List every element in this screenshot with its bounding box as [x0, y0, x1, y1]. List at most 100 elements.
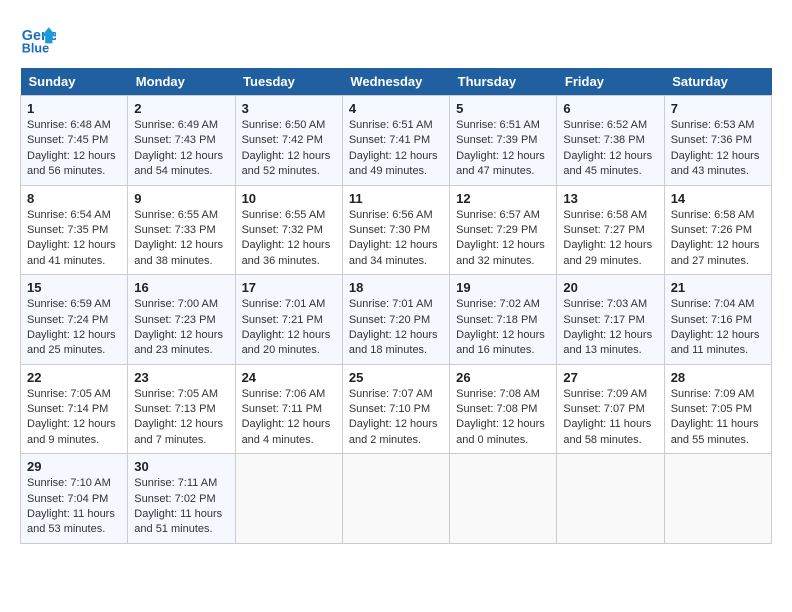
calendar-cell: 2 Sunrise: 6:49 AM Sunset: 7:43 PM Dayli…: [128, 96, 235, 186]
calendar-cell: 17 Sunrise: 7:01 AM Sunset: 7:21 PM Dayl…: [235, 275, 342, 365]
calendar-cell: 6 Sunrise: 6:52 AM Sunset: 7:38 PM Dayli…: [557, 96, 664, 186]
calendar-week-3: 15 Sunrise: 6:59 AM Sunset: 7:24 PM Dayl…: [21, 275, 772, 365]
calendar-cell: 26 Sunrise: 7:08 AM Sunset: 7:08 PM Dayl…: [450, 364, 557, 454]
day-number: 1: [27, 101, 121, 116]
day-number: 16: [134, 280, 228, 295]
day-number: 7: [671, 101, 765, 116]
day-info: Sunrise: 6:48 AM Sunset: 7:45 PM Dayligh…: [27, 118, 121, 180]
calendar-cell: 4 Sunrise: 6:51 AM Sunset: 7:41 PM Dayli…: [342, 96, 449, 186]
day-info: Sunrise: 6:58 AM Sunset: 7:27 PM Dayligh…: [563, 208, 657, 270]
day-number: 11: [349, 191, 443, 206]
calendar-cell: 18 Sunrise: 7:01 AM Sunset: 7:20 PM Dayl…: [342, 275, 449, 365]
day-info: Sunrise: 6:50 AM Sunset: 7:42 PM Dayligh…: [242, 118, 336, 180]
calendar-cell: 11 Sunrise: 6:56 AM Sunset: 7:30 PM Dayl…: [342, 185, 449, 275]
weekday-header-saturday: Saturday: [664, 68, 771, 96]
calendar-cell: 12 Sunrise: 6:57 AM Sunset: 7:29 PM Dayl…: [450, 185, 557, 275]
calendar-week-1: 1 Sunrise: 6:48 AM Sunset: 7:45 PM Dayli…: [21, 96, 772, 186]
weekday-header-monday: Monday: [128, 68, 235, 96]
logo: General Blue: [20, 20, 62, 56]
calendar-cell: [235, 454, 342, 544]
day-info: Sunrise: 6:59 AM Sunset: 7:24 PM Dayligh…: [27, 297, 121, 359]
day-info: Sunrise: 6:58 AM Sunset: 7:26 PM Dayligh…: [671, 208, 765, 270]
calendar-cell: 1 Sunrise: 6:48 AM Sunset: 7:45 PM Dayli…: [21, 96, 128, 186]
day-info: Sunrise: 6:51 AM Sunset: 7:41 PM Dayligh…: [349, 118, 443, 180]
calendar-cell: 30 Sunrise: 7:11 AM Sunset: 7:02 PM Dayl…: [128, 454, 235, 544]
day-number: 24: [242, 370, 336, 385]
calendar-cell: 10 Sunrise: 6:55 AM Sunset: 7:32 PM Dayl…: [235, 185, 342, 275]
day-number: 5: [456, 101, 550, 116]
day-number: 19: [456, 280, 550, 295]
calendar-cell: 3 Sunrise: 6:50 AM Sunset: 7:42 PM Dayli…: [235, 96, 342, 186]
day-number: 20: [563, 280, 657, 295]
weekday-header-friday: Friday: [557, 68, 664, 96]
day-number: 8: [27, 191, 121, 206]
calendar-cell: 29 Sunrise: 7:10 AM Sunset: 7:04 PM Dayl…: [21, 454, 128, 544]
day-number: 15: [27, 280, 121, 295]
day-number: 14: [671, 191, 765, 206]
day-info: Sunrise: 7:05 AM Sunset: 7:14 PM Dayligh…: [27, 387, 121, 449]
calendar-cell: [664, 454, 771, 544]
calendar-cell: 25 Sunrise: 7:07 AM Sunset: 7:10 PM Dayl…: [342, 364, 449, 454]
calendar-cell: 19 Sunrise: 7:02 AM Sunset: 7:18 PM Dayl…: [450, 275, 557, 365]
calendar-cell: [342, 454, 449, 544]
calendar-cell: 21 Sunrise: 7:04 AM Sunset: 7:16 PM Dayl…: [664, 275, 771, 365]
day-info: Sunrise: 7:06 AM Sunset: 7:11 PM Dayligh…: [242, 387, 336, 449]
day-info: Sunrise: 7:03 AM Sunset: 7:17 PM Dayligh…: [563, 297, 657, 359]
day-info: Sunrise: 7:01 AM Sunset: 7:20 PM Dayligh…: [349, 297, 443, 359]
weekday-header-tuesday: Tuesday: [235, 68, 342, 96]
day-number: 30: [134, 459, 228, 474]
day-number: 4: [349, 101, 443, 116]
day-number: 29: [27, 459, 121, 474]
day-info: Sunrise: 7:07 AM Sunset: 7:10 PM Dayligh…: [349, 387, 443, 449]
calendar-cell: 27 Sunrise: 7:09 AM Sunset: 7:07 PM Dayl…: [557, 364, 664, 454]
logo-icon: General Blue: [20, 20, 56, 56]
day-info: Sunrise: 6:55 AM Sunset: 7:33 PM Dayligh…: [134, 208, 228, 270]
day-number: 17: [242, 280, 336, 295]
calendar-header: SundayMondayTuesdayWednesdayThursdayFrid…: [21, 68, 772, 96]
day-info: Sunrise: 7:04 AM Sunset: 7:16 PM Dayligh…: [671, 297, 765, 359]
day-number: 6: [563, 101, 657, 116]
day-info: Sunrise: 7:08 AM Sunset: 7:08 PM Dayligh…: [456, 387, 550, 449]
day-number: 23: [134, 370, 228, 385]
calendar-cell: 16 Sunrise: 7:00 AM Sunset: 7:23 PM Dayl…: [128, 275, 235, 365]
day-info: Sunrise: 6:55 AM Sunset: 7:32 PM Dayligh…: [242, 208, 336, 270]
day-info: Sunrise: 6:49 AM Sunset: 7:43 PM Dayligh…: [134, 118, 228, 180]
weekday-header-thursday: Thursday: [450, 68, 557, 96]
calendar-cell: 24 Sunrise: 7:06 AM Sunset: 7:11 PM Dayl…: [235, 364, 342, 454]
day-info: Sunrise: 7:00 AM Sunset: 7:23 PM Dayligh…: [134, 297, 228, 359]
calendar-week-5: 29 Sunrise: 7:10 AM Sunset: 7:04 PM Dayl…: [21, 454, 772, 544]
weekday-header-wednesday: Wednesday: [342, 68, 449, 96]
calendar-week-4: 22 Sunrise: 7:05 AM Sunset: 7:14 PM Dayl…: [21, 364, 772, 454]
day-info: Sunrise: 7:11 AM Sunset: 7:02 PM Dayligh…: [134, 476, 228, 538]
page-header: General Blue: [20, 20, 772, 56]
calendar-cell: 28 Sunrise: 7:09 AM Sunset: 7:05 PM Dayl…: [664, 364, 771, 454]
calendar-cell: [450, 454, 557, 544]
calendar-cell: 13 Sunrise: 6:58 AM Sunset: 7:27 PM Dayl…: [557, 185, 664, 275]
day-info: Sunrise: 7:09 AM Sunset: 7:07 PM Dayligh…: [563, 387, 657, 449]
day-info: Sunrise: 6:52 AM Sunset: 7:38 PM Dayligh…: [563, 118, 657, 180]
svg-text:Blue: Blue: [22, 41, 49, 55]
day-number: 9: [134, 191, 228, 206]
calendar-week-2: 8 Sunrise: 6:54 AM Sunset: 7:35 PM Dayli…: [21, 185, 772, 275]
day-number: 21: [671, 280, 765, 295]
day-info: Sunrise: 6:56 AM Sunset: 7:30 PM Dayligh…: [349, 208, 443, 270]
day-number: 27: [563, 370, 657, 385]
calendar-cell: 5 Sunrise: 6:51 AM Sunset: 7:39 PM Dayli…: [450, 96, 557, 186]
day-info: Sunrise: 7:10 AM Sunset: 7:04 PM Dayligh…: [27, 476, 121, 538]
day-info: Sunrise: 7:09 AM Sunset: 7:05 PM Dayligh…: [671, 387, 765, 449]
day-number: 28: [671, 370, 765, 385]
day-number: 18: [349, 280, 443, 295]
day-info: Sunrise: 6:53 AM Sunset: 7:36 PM Dayligh…: [671, 118, 765, 180]
day-number: 26: [456, 370, 550, 385]
day-number: 2: [134, 101, 228, 116]
calendar-cell: [557, 454, 664, 544]
day-number: 10: [242, 191, 336, 206]
calendar-cell: 8 Sunrise: 6:54 AM Sunset: 7:35 PM Dayli…: [21, 185, 128, 275]
calendar-cell: 15 Sunrise: 6:59 AM Sunset: 7:24 PM Dayl…: [21, 275, 128, 365]
day-info: Sunrise: 6:54 AM Sunset: 7:35 PM Dayligh…: [27, 208, 121, 270]
day-number: 25: [349, 370, 443, 385]
calendar-cell: 23 Sunrise: 7:05 AM Sunset: 7:13 PM Dayl…: [128, 364, 235, 454]
day-info: Sunrise: 7:02 AM Sunset: 7:18 PM Dayligh…: [456, 297, 550, 359]
calendar-cell: 7 Sunrise: 6:53 AM Sunset: 7:36 PM Dayli…: [664, 96, 771, 186]
day-info: Sunrise: 7:05 AM Sunset: 7:13 PM Dayligh…: [134, 387, 228, 449]
